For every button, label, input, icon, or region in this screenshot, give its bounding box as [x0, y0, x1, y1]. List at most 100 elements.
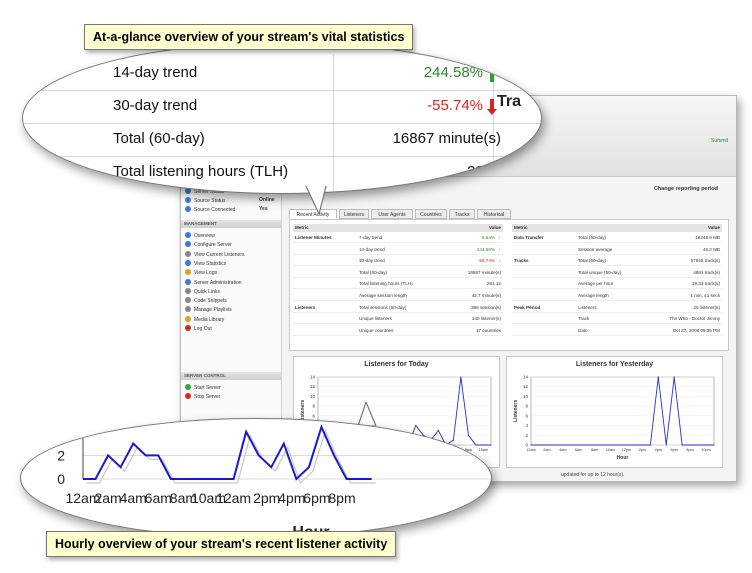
stat-value: 244.58% [423, 64, 483, 81]
sidebar-item[interactable]: Code Snippets [185, 297, 227, 304]
sidebar-item[interactable]: View Current Listeners [185, 250, 245, 258]
status-label: Source Status [194, 198, 226, 204]
sidebar-item-label: View Current Listeners [194, 251, 245, 258]
stat-label: 14-day trend [113, 64, 198, 81]
row-metric: Session average [578, 246, 613, 252]
row-group: Tracks [514, 258, 529, 264]
table-row: Listener Minutes 7-day trend 6.54% ↑ [293, 234, 503, 243]
row-value: 25 listener(s) [693, 304, 720, 310]
sidebar-item-label: Server Administration [194, 279, 242, 286]
y-tick-label: 2 [525, 433, 528, 438]
y-tick-label: 6 [312, 413, 315, 418]
row-value: 16867 minute(s) [467, 269, 501, 275]
trend-down-icon: ↓ [498, 258, 501, 264]
row-metric: Unique listeners [359, 316, 392, 322]
bottom-caption: Hourly overview of your stream's recent … [46, 531, 397, 557]
table-row: Track The Who - Doctor Jimmy [512, 315, 722, 325]
x-tick-label: 4pm [655, 448, 662, 452]
stat-value: -55.74% [427, 97, 483, 114]
trend-down-icon [487, 99, 497, 115]
sidebar-item-label: Overview [194, 233, 215, 239]
row-value: 17 countries [475, 327, 501, 333]
table-header: Metric Value [293, 224, 503, 232]
data-point [554, 444, 556, 446]
server-control-header: SERVER CONTROL [181, 372, 281, 380]
management-header: MANAGEMENT [181, 220, 281, 228]
row-metric: Average session length [359, 293, 407, 298]
sidebar-item[interactable]: Server Administration [185, 278, 242, 286]
sidebar-item-label: Log Out [194, 326, 212, 332]
activity-zoom-bubble: 2012am2am4am6am8am10am12am2pm4pm6pm8pmHo… [20, 418, 492, 538]
y-tick-label: 6 [525, 413, 528, 418]
tab-countries[interactable]: Countries [415, 209, 447, 219]
data-point [673, 376, 675, 378]
tab-listeners[interactable]: Listeners [339, 209, 369, 219]
stat-row-tlh: Total listening hours (TLH) 281.12 [23, 156, 541, 189]
sidebar-item[interactable]: Quick Links [185, 287, 220, 295]
tab-historical[interactable]: Historical [477, 209, 511, 219]
sidebar-item[interactable]: Manage Playlists [185, 306, 232, 313]
server-control-item[interactable]: Start Server [185, 384, 221, 391]
row-value: 39.33 track(s) [691, 281, 720, 287]
table-row: Average length 1 min, 41 secs [512, 292, 722, 301]
tab-tracks[interactable]: Tracks [449, 209, 475, 219]
sidebar-item[interactable]: Log Out [185, 325, 212, 332]
data-point [538, 444, 540, 446]
menu-icon [185, 278, 191, 285]
x-tick-label: 4pm [278, 490, 305, 506]
trend-up-icon [487, 66, 497, 82]
x-tick-label: 4am [559, 448, 566, 452]
row-value: 1 min, 41 secs [690, 293, 720, 298]
yesterday-chart: 0 2 4 6 8 10 12 14 12am 2am 4am 6am 8am 10am 12pm 2pm 4p… [513, 375, 715, 461]
data-point [657, 376, 659, 378]
row-metric: Date [578, 327, 588, 333]
header-metric: Metric [295, 225, 309, 230]
x-tick-label: 12am [526, 448, 536, 452]
series-line [83, 424, 372, 481]
play-icon [185, 384, 191, 390]
sidebar-item[interactable]: View Statistics [185, 259, 227, 267]
row-metric: Total listening hours (TLH) [359, 281, 413, 287]
x-tick-label: 2pm [639, 448, 646, 452]
row-value: 46.2 MB [702, 246, 720, 252]
table-row: Listeners Total sessions (60-day) 395 sess… [293, 304, 503, 313]
sidebar-item[interactable]: View Logs [185, 269, 217, 276]
x-tick-label: 10am [606, 448, 616, 452]
row-value: 281.12 [486, 281, 501, 287]
sidebar-item[interactable]: Overview [185, 232, 215, 239]
sidebar-item-label: Code Snippets [194, 298, 227, 305]
stat-row-14-day: 14-day trend 244.58% [23, 57, 541, 91]
yesterday-chart-panel: Listeners for Yesterday 0 2 4 6 8 10 12 14 12am 2… [506, 356, 723, 468]
sidebar-item-label: View Statistics [194, 260, 227, 267]
row-metric: Average length [578, 293, 609, 298]
header-value: Value [707, 225, 720, 230]
data-point [713, 444, 715, 446]
row-value: 57545 track(s) [690, 258, 720, 264]
sidebar-item[interactable]: Media Library [185, 315, 224, 323]
row-value: The Who - Doctor Jimmy [669, 316, 720, 322]
header-value: Value [488, 225, 501, 230]
row-value: -55.74% [477, 258, 495, 264]
change-reporting-period-link[interactable]: Change reporting period [654, 186, 718, 192]
status-value: Yes [259, 206, 268, 212]
row-value: 140 listener(s) [471, 316, 501, 322]
row-group: Listener Minutes [295, 235, 332, 240]
sidebar-item[interactable]: Configure Server [185, 241, 232, 248]
status-label: Source Connected [194, 207, 236, 213]
menu-icon [185, 325, 191, 331]
table-row: Unique countries 17 countries [293, 327, 503, 336]
row-metric: 30-day trend [359, 258, 385, 264]
summit-label: Summit [711, 138, 728, 144]
sidebar-item-label: Quick Links [194, 288, 220, 295]
row-metric: Total (60-day) [359, 269, 388, 275]
row-group: Data Transfer [514, 235, 544, 240]
transfer-stats-table: Metric Value Data Transfer Total (60-day) 18… [512, 224, 722, 344]
tab-user-agents[interactable]: User Agents [371, 209, 413, 219]
data-point [609, 444, 612, 446]
menu-icon [185, 250, 191, 257]
bubble-pointer [305, 186, 327, 216]
table-header: Metric Value [512, 224, 722, 232]
data-point [570, 444, 572, 446]
data-point [697, 444, 699, 446]
server-control-item[interactable]: Stop Server [185, 393, 220, 400]
